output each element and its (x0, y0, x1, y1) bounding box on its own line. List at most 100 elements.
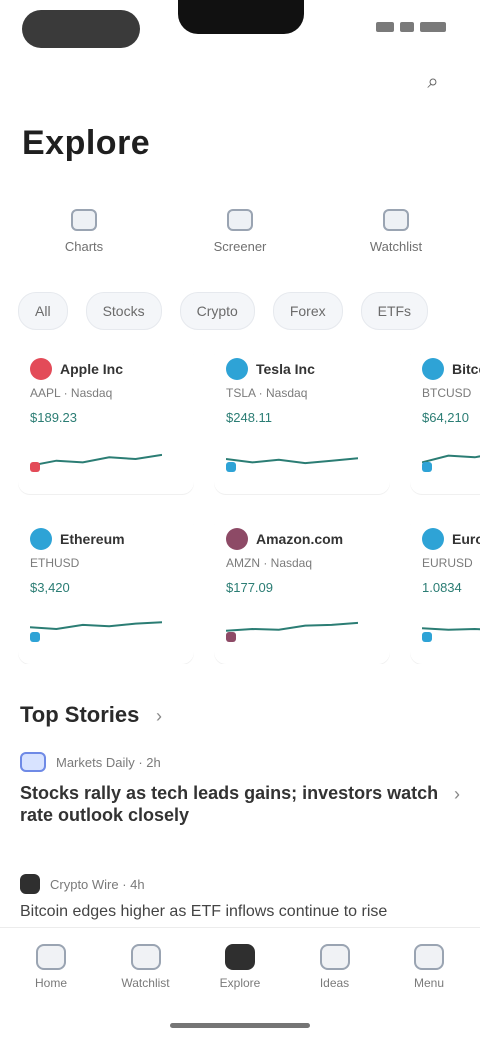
search-button[interactable]: ⌕ (414, 68, 452, 96)
tab-ideas[interactable]: Ideas (294, 944, 376, 990)
chip-stocks[interactable]: Stocks (85, 292, 162, 330)
news-item[interactable]: Crypto Wire · 4h Bitcoin edges higher as… (20, 874, 460, 928)
quick-action-charts[interactable]: Charts (18, 196, 150, 266)
wifi-icon (400, 22, 414, 32)
news-source-row: Crypto Wire · 4h (20, 874, 460, 894)
ticker-avatar (226, 358, 248, 380)
star-icon (383, 208, 409, 231)
ticker-avatar (422, 528, 444, 550)
quick-action-label: Watchlist (369, 238, 423, 254)
news-source-row: Markets Daily · 2h (20, 752, 460, 772)
market-card[interactable]: Bitcoin BTCUSD $64,210 (410, 344, 480, 494)
filter-icon (227, 208, 253, 231)
quick-action-screener[interactable]: Screener (174, 196, 306, 266)
cards-row: Apple Inc AAPL · Nasdaq $189.23 Tesla In… (18, 344, 480, 494)
status-dot (226, 462, 236, 472)
menu-icon (414, 944, 444, 970)
ticker-meta: TSLA · Nasdaq (226, 386, 308, 400)
tab-home[interactable]: Home (10, 944, 92, 990)
sparkline (30, 621, 162, 631)
chevron-right-icon: › (454, 784, 460, 804)
battery-icon (420, 22, 446, 32)
page-title: Explore (22, 124, 151, 162)
news-source: Crypto Wire · 4h (50, 876, 145, 892)
ticker-meta: AMZN · Nasdaq (226, 556, 313, 570)
ticker-meta: AAPL · Nasdaq (30, 386, 113, 400)
section-more-button[interactable]: › (156, 706, 162, 727)
ticker-price: $64,210 (422, 410, 469, 425)
ticker-price: $177.09 (226, 580, 273, 595)
ticker-price: $189.23 (30, 410, 77, 425)
status-dot (422, 632, 432, 642)
ticker-name: Bitcoin (452, 361, 480, 377)
ticker-name: Tesla Inc (256, 361, 315, 377)
market-cards: Apple Inc AAPL · Nasdaq $189.23 Tesla In… (18, 344, 480, 664)
chip-forex[interactable]: Forex (272, 292, 343, 330)
tab-explore[interactable]: Explore (199, 944, 281, 990)
status-indicators (356, 18, 446, 36)
status-notch (178, 0, 304, 34)
news-headline: Stocks rally as tech leads gains; invest… (20, 783, 439, 825)
market-card[interactable]: Ethereum ETHUSD $3,420 (18, 514, 194, 664)
tab-label: Home (34, 976, 67, 990)
tab-label: Menu (413, 976, 445, 990)
status-dot (226, 632, 236, 642)
ticker-price: $248.11 (226, 410, 273, 425)
home-indicator (170, 1023, 310, 1028)
market-card[interactable]: Euro / Dollar EURUSD 1.0834 (410, 514, 480, 664)
section-title: Top Stories (20, 702, 140, 727)
status-dot (30, 462, 40, 472)
tab-label: Watchlist (121, 976, 170, 990)
bulb-icon (319, 944, 350, 970)
ticker-name: Ethereum (60, 531, 125, 547)
ticker-avatar (226, 528, 248, 550)
chip-etfs[interactable]: ETFs (360, 292, 429, 330)
sparkline (226, 457, 358, 465)
quick-action-label: Charts (64, 238, 104, 254)
home-icon (36, 944, 66, 970)
ticker-avatar (30, 358, 52, 380)
filter-chips: All Stocks Crypto Forex ETFs (18, 292, 480, 330)
quick-action-watchlist[interactable]: Watchlist (330, 196, 462, 266)
chevron-right-icon: › (156, 706, 162, 726)
cards-row: Ethereum ETHUSD $3,420 Amazon.com AMZN ·… (18, 514, 480, 664)
market-card[interactable]: Apple Inc AAPL · Nasdaq $189.23 (18, 344, 194, 494)
chip-crypto[interactable]: Crypto (179, 292, 255, 330)
news-item[interactable]: Markets Daily · 2h Stocks rally as tech … (20, 752, 460, 852)
chart-icon (71, 208, 97, 231)
status-dot (30, 632, 40, 642)
sparkline (226, 621, 358, 632)
market-card[interactable]: Amazon.com AMZN · Nasdaq $177.09 (214, 514, 390, 664)
compass-icon (225, 944, 255, 970)
ticker-meta: BTCUSD (422, 386, 472, 400)
market-card[interactable]: Tesla Inc TSLA · Nasdaq $248.11 (214, 344, 390, 494)
ticker-name: Amazon.com (256, 531, 344, 547)
news-source: Markets Daily · 2h (56, 754, 161, 770)
search-icon: ⌕ (427, 70, 439, 93)
ticker-meta: ETHUSD (30, 556, 80, 570)
sparkline (30, 453, 162, 467)
tab-label: Explore (219, 976, 261, 990)
publisher-icon (20, 874, 40, 894)
publisher-icon (20, 752, 46, 772)
list-icon (130, 944, 161, 970)
ticker-name: Apple Inc (60, 361, 124, 377)
ticker-avatar (422, 358, 444, 380)
status-dot (422, 462, 432, 472)
signal-icon (376, 22, 394, 32)
tab-menu[interactable]: Menu (388, 944, 470, 990)
quick-actions: Charts Screener Watchlist (18, 196, 462, 266)
ticker-price: $3,420 (30, 580, 70, 595)
quick-action-label: Screener (213, 238, 267, 254)
tab-label: Ideas (319, 976, 350, 990)
ticker-avatar (30, 528, 52, 550)
ticker-price: 1.0834 (422, 580, 462, 595)
tabs: Home Watchlist Explore Ideas Menu (10, 944, 470, 990)
ticker-name: Euro / Dollar (452, 531, 480, 547)
bottom-tab-bar: Home Watchlist Explore Ideas Menu (0, 927, 480, 1040)
tab-watchlist[interactable]: Watchlist (105, 944, 187, 990)
news-headline: Bitcoin edges higher as ETF inflows cont… (20, 903, 388, 920)
status-left-pill (22, 10, 140, 48)
ticker-meta: EURUSD (422, 556, 473, 570)
chip-all[interactable]: All (18, 292, 68, 330)
